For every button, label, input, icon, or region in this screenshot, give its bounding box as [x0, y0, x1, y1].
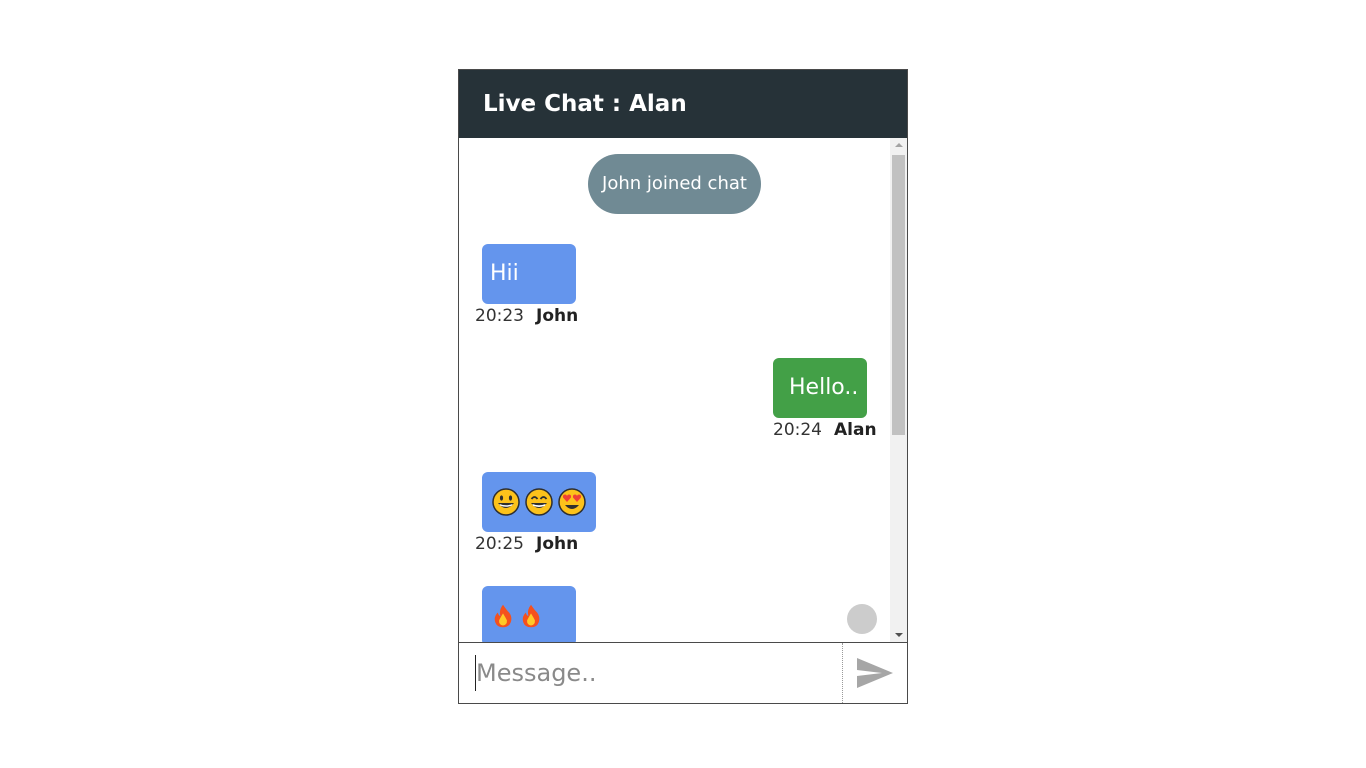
scroll-up-arrow-icon[interactable]: [895, 143, 903, 147]
message-sender: Alan: [834, 420, 877, 440]
scroll-to-bottom-button[interactable]: [847, 604, 877, 634]
message-list-scrollbar[interactable]: [890, 138, 907, 642]
chat-window: Live Chat : Alan John joined chat Hii 20…: [458, 69, 908, 704]
emoji-row: [482, 472, 587, 532]
beaming-face-icon: [525, 488, 553, 516]
heart-eyes-face-icon: [558, 488, 586, 516]
message-time: 20:24: [773, 420, 822, 440]
send-icon: [857, 658, 893, 688]
message-text: Hii: [490, 261, 519, 286]
message-meta: 20:25 John: [475, 532, 578, 556]
chat-header-title: Live Chat : Alan: [459, 70, 907, 138]
scrollbar-thumb[interactable]: [892, 155, 905, 435]
incoming-message-bubble: [482, 586, 576, 642]
fire-icon: [494, 604, 512, 628]
scroll-down-arrow-icon[interactable]: [895, 633, 903, 637]
message-time: 20:23: [475, 306, 524, 326]
message-list[interactable]: John joined chat Hii 20:23 John Hello.. 2…: [459, 138, 907, 642]
outgoing-message-bubble: Hello..: [773, 358, 867, 418]
fire-icon: [522, 604, 540, 628]
grinning-face-icon: [492, 488, 520, 516]
message-meta: 20:24 Alan: [773, 418, 877, 442]
send-button[interactable]: [843, 643, 907, 703]
message-sender: John: [536, 534, 579, 554]
message-text: Hello..: [789, 375, 859, 400]
incoming-message-bubble: [482, 472, 596, 532]
incoming-message-bubble: Hii: [482, 244, 576, 304]
emoji-row: [482, 586, 544, 642]
message-sender: John: [536, 306, 579, 326]
message-time: 20:25: [475, 534, 524, 554]
message-meta: 20:23 John: [475, 304, 578, 328]
system-message: John joined chat: [588, 154, 761, 214]
message-composer: [459, 642, 907, 703]
message-input[interactable]: [475, 655, 836, 691]
